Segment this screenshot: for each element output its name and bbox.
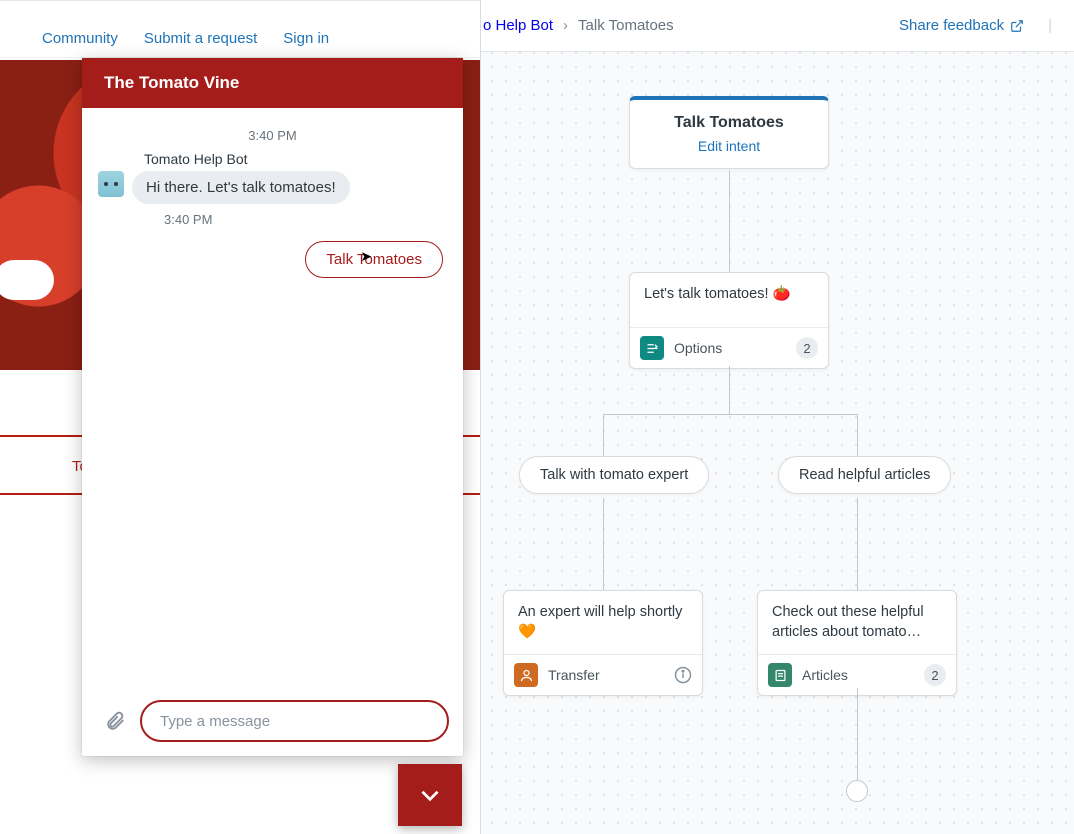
quick-reply-talk-tomatoes[interactable]: Talk Tomatoes ➤ — [305, 241, 443, 278]
option-pill-articles[interactable]: Read helpful articles — [778, 456, 951, 494]
bot-avatar-icon — [98, 171, 124, 197]
transfer-step-card[interactable]: An expert will help shortly 🧡 Transfer — [503, 590, 703, 696]
transfer-step-text: An expert will help shortly 🧡 — [504, 591, 702, 654]
breadcrumb: o Help Bot › Talk Tomatoes — [483, 17, 674, 34]
nav-signin-link[interactable]: Sign in — [283, 30, 329, 47]
options-step-card[interactable]: Let's talk tomatoes! 🍅 Options 2 — [629, 272, 829, 369]
connector — [729, 170, 730, 272]
options-step-label: Options — [674, 340, 722, 356]
flow-builder-pane: o Help Bot › Talk Tomatoes Share feedbac… — [481, 0, 1074, 834]
share-feedback-label: Share feedback — [899, 17, 1004, 34]
breadcrumb-parent-link[interactable]: o Help Bot — [483, 17, 553, 34]
connector — [729, 366, 730, 414]
edit-intent-link[interactable]: Edit intent — [698, 138, 760, 154]
chat-widget: The Tomato Vine 3:40 PM Tomato Help Bot … — [82, 58, 463, 756]
transfer-step-footer: Transfer — [504, 654, 702, 695]
hero-search-pill[interactable] — [0, 260, 54, 300]
bot-message-bubble: Hi there. Let's talk tomatoes! — [132, 171, 350, 204]
articles-step-count: 2 — [924, 664, 946, 686]
connector — [603, 414, 857, 415]
connector — [857, 414, 858, 456]
chevron-down-icon — [417, 782, 443, 808]
transfer-step-label: Transfer — [548, 667, 600, 683]
help-center-topnav: Community Submit a request Sign in — [0, 0, 480, 58]
option-pill-expert[interactable]: Talk with tomato expert — [519, 456, 709, 494]
share-feedback-link[interactable]: Share feedback | — [899, 17, 1052, 34]
articles-icon — [768, 663, 792, 687]
chat-transcript: 3:40 PM Tomato Help Bot Hi there. Let's … — [82, 108, 463, 692]
connector — [857, 498, 858, 590]
connector — [857, 688, 858, 782]
chat-message-row: Hi there. Let's talk tomatoes! — [98, 171, 447, 204]
articles-step-card[interactable]: Check out these helpful articles about t… — [757, 590, 957, 696]
info-icon[interactable] — [674, 666, 692, 684]
chat-title: The Tomato Vine — [104, 73, 239, 93]
chat-header: The Tomato Vine — [82, 58, 463, 108]
options-step-footer: Options 2 — [630, 327, 828, 368]
chat-timestamp: 3:40 PM — [98, 128, 447, 143]
external-link-icon — [1010, 19, 1024, 33]
quick-reply-row: Talk Tomatoes ➤ — [98, 241, 447, 278]
options-step-text: Let's talk tomatoes! 🍅 — [630, 273, 828, 327]
nav-community-link[interactable]: Community — [42, 30, 118, 47]
breadcrumb-current: Talk Tomatoes — [578, 17, 674, 34]
intent-title: Talk Tomatoes — [640, 114, 818, 132]
quick-reply-label: Talk Tomatoes — [326, 251, 422, 268]
connector — [603, 414, 604, 456]
breadcrumb-separator: › — [563, 17, 568, 34]
flow-canvas[interactable]: Talk Tomatoes Edit intent Let's talk tom… — [481, 52, 1074, 834]
chat-launcher-button[interactable] — [398, 764, 462, 826]
connector — [603, 498, 604, 590]
chat-message-input[interactable] — [140, 700, 449, 742]
toolbar-separator: | — [1048, 17, 1052, 34]
attachment-icon[interactable] — [104, 710, 126, 732]
chat-composer — [82, 692, 463, 756]
options-icon — [640, 336, 664, 360]
articles-step-text: Check out these helpful articles about t… — [758, 591, 956, 654]
transfer-icon — [514, 663, 538, 687]
add-step-button[interactable] — [846, 780, 868, 802]
nav-submit-request-link[interactable]: Submit a request — [144, 30, 257, 47]
chat-sender-name: Tomato Help Bot — [144, 151, 447, 167]
builder-toolbar: o Help Bot › Talk Tomatoes Share feedbac… — [481, 0, 1074, 52]
articles-step-label: Articles — [802, 667, 848, 683]
chat-message-timestamp: 3:40 PM — [164, 212, 447, 227]
options-step-count: 2 — [796, 337, 818, 359]
intent-card[interactable]: Talk Tomatoes Edit intent — [629, 96, 829, 169]
